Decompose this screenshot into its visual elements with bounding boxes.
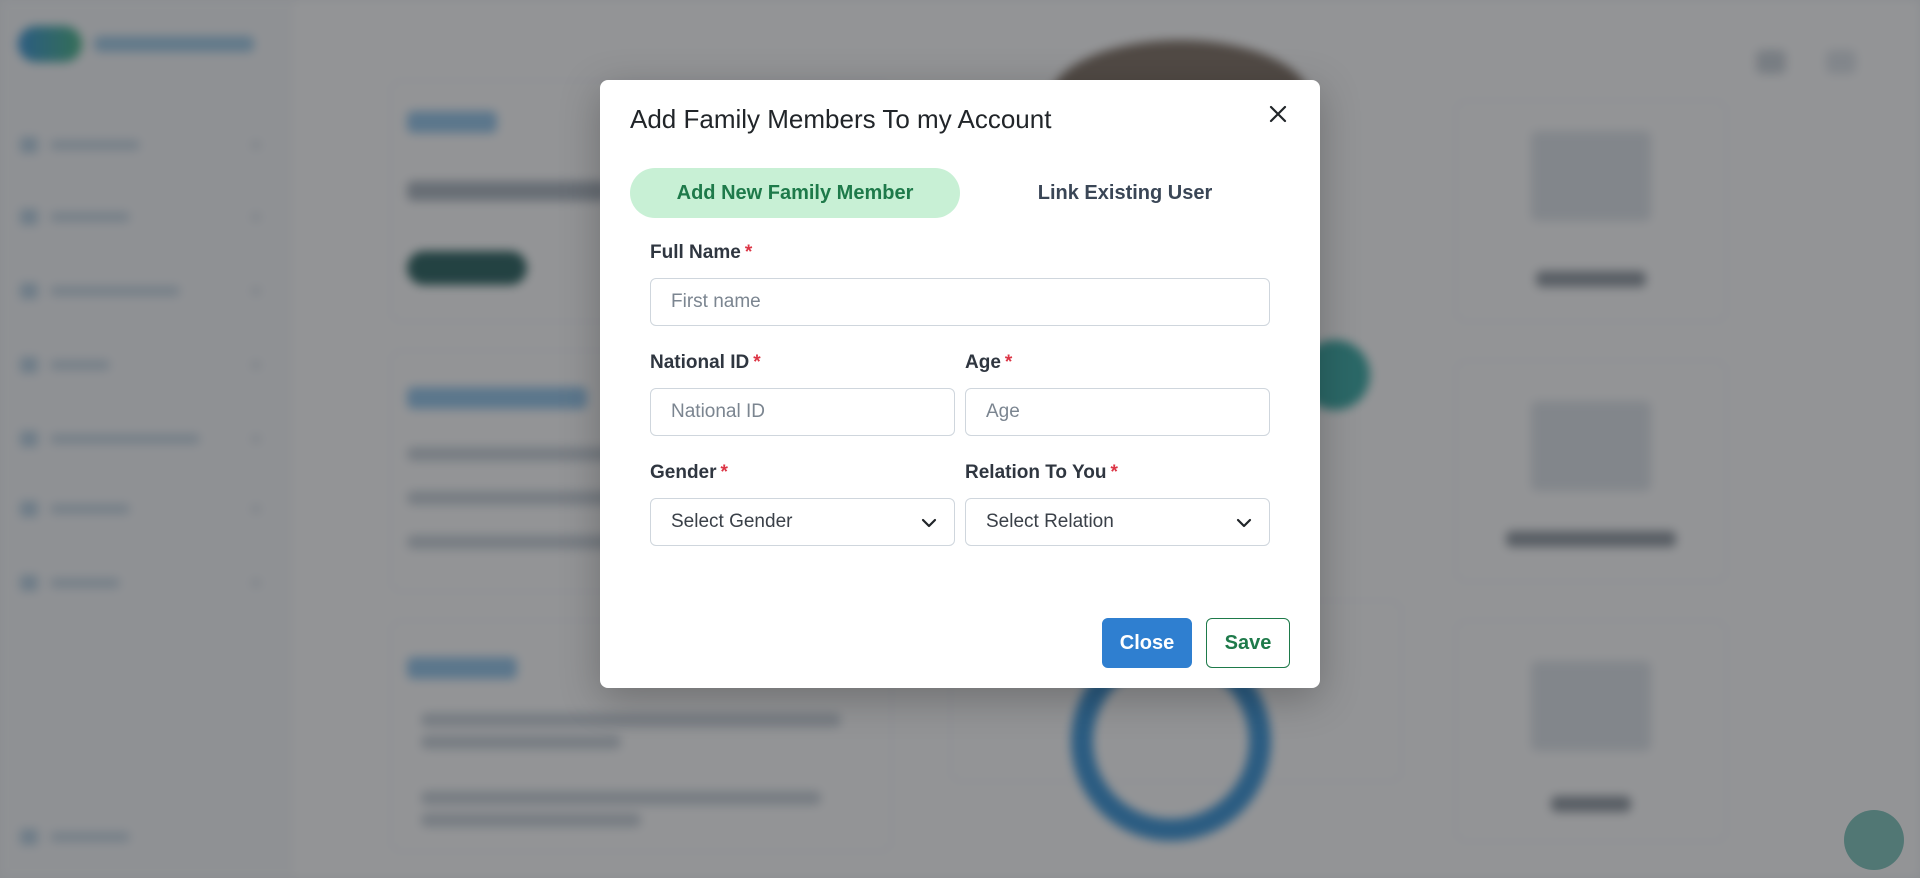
member-tabs: Add New Family Member Link Existing User bbox=[630, 168, 1290, 218]
gender-label: Gender * bbox=[650, 462, 728, 483]
close-button[interactable]: Close bbox=[1102, 618, 1192, 668]
relation-select[interactable]: Select Relation bbox=[965, 498, 1270, 546]
tab-add-new-family-member[interactable]: Add New Family Member bbox=[630, 168, 960, 218]
modal-close-button[interactable] bbox=[1262, 98, 1294, 130]
national-id-label: National ID * bbox=[650, 352, 761, 373]
modal-title: Add Family Members To my Account bbox=[630, 104, 1052, 134]
tab-link-existing-user[interactable]: Link Existing User bbox=[960, 168, 1290, 218]
relation-label: Relation To You * bbox=[965, 462, 1118, 483]
national-id-input[interactable] bbox=[650, 388, 955, 436]
full-name-label: Full Name * bbox=[650, 242, 753, 263]
chevron-down-icon bbox=[1236, 518, 1252, 528]
age-label: Age * bbox=[965, 352, 1013, 373]
close-icon bbox=[1269, 105, 1287, 123]
chevron-down-icon bbox=[921, 518, 937, 528]
relation-select-value: Select Relation bbox=[986, 511, 1114, 532]
chat-fab-button[interactable] bbox=[1844, 810, 1904, 870]
full-name-input[interactable] bbox=[650, 278, 1270, 326]
add-family-member-modal: Add Family Members To my Account Add New… bbox=[600, 80, 1320, 688]
gender-select-value: Select Gender bbox=[671, 511, 793, 532]
save-button[interactable]: Save bbox=[1206, 618, 1290, 668]
gender-select[interactable]: Select Gender bbox=[650, 498, 955, 546]
age-input[interactable] bbox=[965, 388, 1270, 436]
